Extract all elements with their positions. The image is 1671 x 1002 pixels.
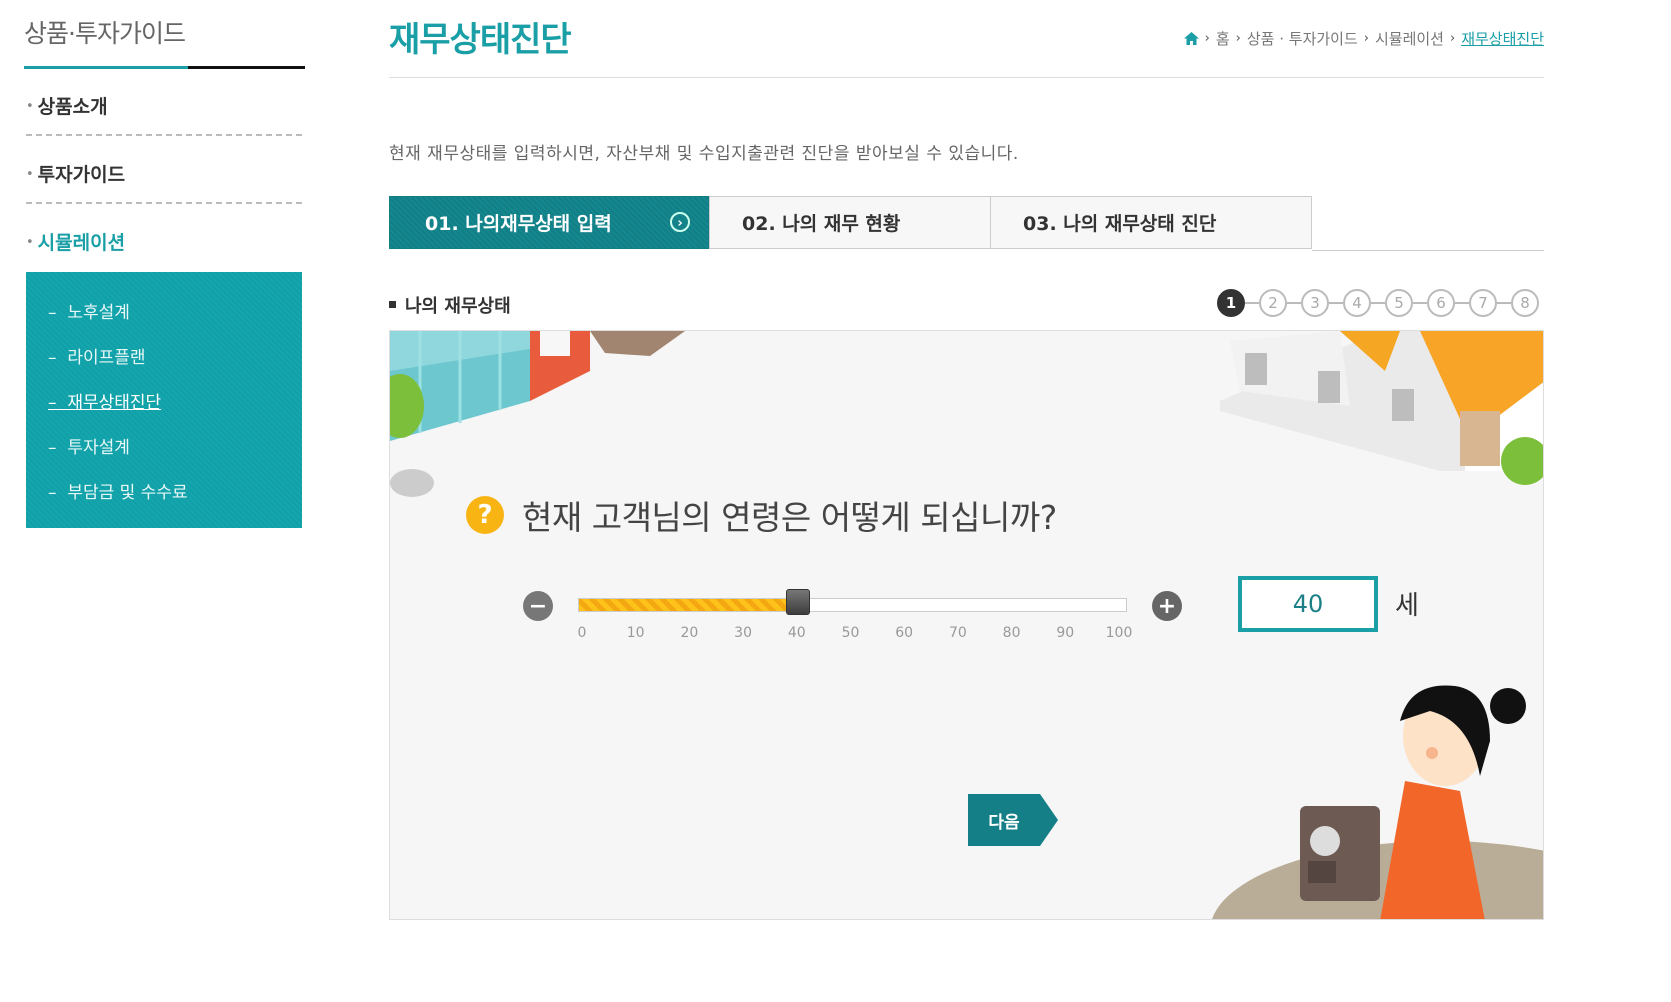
step-tabs: 01. 나의재무상태 입력 › 02. 나의 재무 현황 03. 나의 재무상태… bbox=[389, 196, 1312, 251]
decrease-button[interactable]: − bbox=[523, 591, 553, 621]
submenu-item-label: 부담금 및 수수료 bbox=[67, 483, 188, 503]
chevron-right-icon: › bbox=[1449, 31, 1456, 46]
square-bullet-icon bbox=[389, 301, 396, 308]
question: ? 현재 고객님의 연령은 어떻게 되십니까? bbox=[466, 491, 1057, 539]
submenu-item-label: 투자설계 bbox=[67, 438, 130, 458]
sidebar-title-underline bbox=[24, 66, 305, 69]
slider-tick-label: 0 bbox=[577, 625, 587, 641]
age-unit: 세 bbox=[1395, 591, 1419, 621]
sidebar-item-label: 시뮬레이션 bbox=[37, 232, 126, 254]
slider-tick-label: 10 bbox=[626, 625, 645, 641]
page-dot-3[interactable]: 3 bbox=[1301, 289, 1329, 317]
question-text: 현재 고객님의 연령은 어떻게 되십니까? bbox=[522, 498, 1057, 537]
section-title: 나의 재무상태 bbox=[389, 292, 511, 318]
step-tab-2[interactable]: 02. 나의 재무 현황 bbox=[709, 196, 991, 249]
page-dot-4[interactable]: 4 bbox=[1343, 289, 1371, 317]
step-tab-label: 03. 나의 재무상태 진단 bbox=[1023, 213, 1217, 235]
next-button[interactable]: 다음 bbox=[968, 794, 1058, 846]
section-title-text: 나의 재무상태 bbox=[405, 296, 511, 317]
submenu-item-label: 노후설계 bbox=[67, 303, 130, 323]
question-mark-icon: ? bbox=[466, 496, 504, 534]
page-dot-2[interactable]: 2 bbox=[1259, 289, 1287, 317]
slider-tick-label: 60 bbox=[895, 625, 914, 641]
page-dot-7[interactable]: 7 bbox=[1469, 289, 1497, 317]
submenu-item-investment-design[interactable]: – 투자설계 bbox=[48, 433, 130, 458]
slider-tick-label: 80 bbox=[1002, 625, 1021, 641]
advisor-illustration bbox=[1212, 685, 1543, 919]
page-dot-6[interactable]: 6 bbox=[1427, 289, 1455, 317]
breadcrumb: › 홈 › 상품 · 투자가이드 › 시뮬레이션 › 재무상태진단 bbox=[1183, 28, 1544, 49]
chevron-right-icon: › bbox=[1363, 31, 1369, 46]
sidebar-title: 상품·투자가이드 bbox=[24, 19, 186, 48]
age-slider-track[interactable] bbox=[578, 598, 1127, 612]
slider-tick-label: 90 bbox=[1056, 625, 1075, 641]
building-illustration bbox=[390, 331, 685, 441]
bullet-icon: • bbox=[26, 99, 34, 114]
page-title: 재무상태진단 bbox=[389, 20, 572, 60]
house-illustration bbox=[1220, 331, 1543, 485]
age-slider-fill bbox=[579, 599, 798, 611]
step-tab-3[interactable]: 03. 나의 재무상태 진단 bbox=[990, 196, 1312, 249]
breadcrumb-current[interactable]: 재무상태진단 bbox=[1461, 28, 1544, 49]
submenu-item-lifeplan[interactable]: – 라이프플랜 bbox=[48, 343, 146, 368]
sidebar-submenu: – 노후설계 – 라이프플랜 – 재무상태진단 – 투자설계 – 부담금 및 수… bbox=[26, 272, 302, 528]
tree-icon bbox=[390, 374, 424, 438]
slider-tick-label: 100 bbox=[1105, 625, 1133, 641]
breadcrumb-simulation[interactable]: 시뮬레이션 bbox=[1375, 28, 1444, 49]
header-divider bbox=[389, 77, 1544, 78]
step-tab-label: 02. 나의 재무 현황 bbox=[742, 213, 901, 235]
page-dot-8[interactable]: 8 bbox=[1511, 289, 1539, 317]
age-slider-handle[interactable] bbox=[785, 589, 810, 615]
submenu-item-label: 라이프플랜 bbox=[67, 348, 146, 368]
chevron-right-icon: › bbox=[1235, 31, 1241, 46]
submenu-item-retirement[interactable]: – 노후설계 bbox=[48, 298, 130, 323]
question-pager: 1 2 3 4 5 6 7 8 bbox=[1217, 289, 1539, 317]
sidebar-item-simulation[interactable]: • 시뮬레이션 bbox=[26, 228, 302, 268]
slider-tick-label: 20 bbox=[680, 625, 699, 641]
sidebar-item-products[interactable]: • 상품소개 bbox=[26, 92, 302, 136]
intro-text: 현재 재무상태를 입력하시면, 자산부채 및 수입지출관련 진단을 받아보실 수… bbox=[389, 144, 1019, 164]
page-dot-1[interactable]: 1 bbox=[1217, 289, 1245, 317]
chevron-circle-right-icon: › bbox=[670, 212, 690, 232]
question-panel: ? 현재 고객님의 연령은 어떻게 되십니까? − 0 10 20 30 40 50 60 7… bbox=[389, 330, 1544, 920]
bullet-icon: • bbox=[26, 235, 34, 250]
submenu-item-financial-diagnosis[interactable]: – 재무상태진단 bbox=[48, 388, 161, 413]
chevron-right-icon: › bbox=[1204, 31, 1210, 46]
page-dot-5[interactable]: 5 bbox=[1385, 289, 1413, 317]
steps-divider bbox=[1312, 250, 1544, 251]
slider-tick-label: 40 bbox=[787, 625, 806, 641]
slider-tick-label: 30 bbox=[734, 625, 753, 641]
bullet-icon: • bbox=[26, 167, 34, 182]
sidebar-item-label: 투자가이드 bbox=[37, 164, 126, 186]
submenu-item-fees[interactable]: – 부담금 및 수수료 bbox=[48, 478, 188, 503]
increase-button[interactable]: + bbox=[1152, 591, 1182, 621]
submenu-item-label: 재무상태진단 bbox=[67, 393, 162, 413]
slider-tick-label: 70 bbox=[948, 625, 967, 641]
home-icon[interactable] bbox=[1183, 32, 1199, 45]
age-input[interactable]: 40 bbox=[1238, 576, 1378, 632]
step-tab-label: 01. 나의재무상태 입력 bbox=[425, 213, 612, 235]
shadow-decoration bbox=[390, 469, 434, 497]
step-tab-1[interactable]: 01. 나의재무상태 입력 › bbox=[389, 196, 709, 249]
breadcrumb-home[interactable]: 홈 bbox=[1216, 28, 1230, 49]
slider-tick-label: 50 bbox=[841, 625, 860, 641]
sidebar-item-label: 상품소개 bbox=[37, 96, 108, 118]
breadcrumb-products[interactable]: 상품 · 투자가이드 bbox=[1247, 28, 1358, 49]
sidebar-item-investment-guide[interactable]: • 투자가이드 bbox=[26, 160, 302, 204]
